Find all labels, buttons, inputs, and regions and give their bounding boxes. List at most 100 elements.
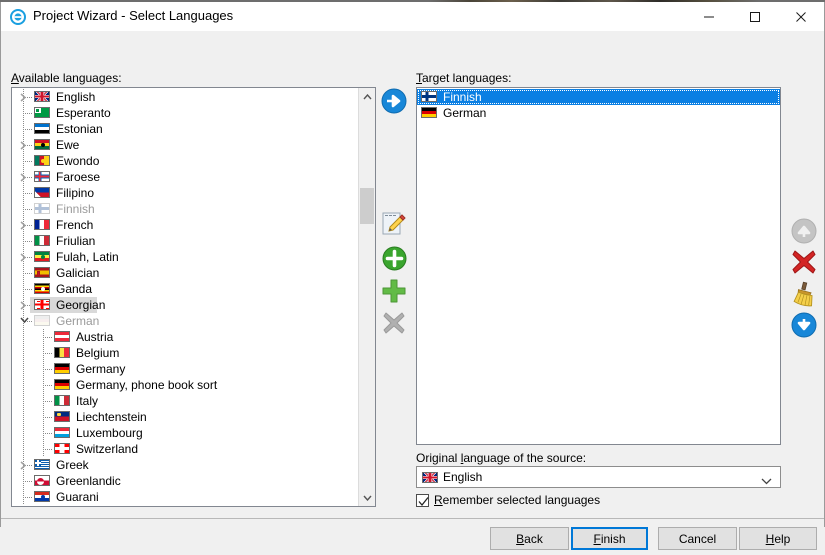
- tree-connector: [43, 433, 53, 434]
- tree-rail: [23, 393, 24, 409]
- tree-item[interactable]: Greek: [12, 457, 357, 473]
- add-language-button[interactable]: [377, 277, 411, 307]
- expand-chevron-right-icon[interactable]: [16, 249, 32, 265]
- tree-connector: [23, 273, 33, 274]
- tree-item[interactable]: Fulah, Latin: [12, 249, 357, 265]
- edit-language-button[interactable]: [377, 209, 411, 239]
- tree-item[interactable]: Estonian: [12, 121, 357, 137]
- tree-item-label: Filipino: [56, 186, 95, 200]
- flag-ch-icon: [54, 443, 70, 454]
- tree-item[interactable]: French: [12, 217, 357, 233]
- expand-chevron-right-icon[interactable]: [16, 169, 32, 185]
- tree-connector: [43, 401, 53, 402]
- flag-ph-icon: [34, 187, 50, 198]
- original-language-value: English: [443, 470, 483, 484]
- tree-item[interactable]: Switzerland: [12, 441, 357, 457]
- tree-item[interactable]: Faroese: [12, 169, 357, 185]
- scroll-up-arrow-icon[interactable]: [359, 88, 375, 105]
- collapse-chevron-down-icon[interactable]: [16, 313, 32, 329]
- tree-item[interactable]: Liechtenstein: [12, 409, 357, 425]
- target-list-item[interactable]: Finnish: [417, 89, 780, 105]
- tree-connector: [43, 449, 53, 450]
- tree-connector: [43, 337, 53, 338]
- tree-connector: [23, 497, 33, 498]
- tree-item[interactable]: Belgium: [12, 345, 357, 361]
- tree-item[interactable]: Esperanto: [12, 105, 357, 121]
- tree-item[interactable]: Georgian: [12, 297, 357, 313]
- tree-item-label: Italy: [76, 394, 99, 408]
- new-language-button[interactable]: [377, 245, 411, 275]
- tree-connector: [23, 289, 33, 290]
- tree-item[interactable]: Filipino: [12, 185, 357, 201]
- tree-item[interactable]: Germany: [12, 361, 357, 377]
- close-button[interactable]: [778, 2, 824, 31]
- expand-chevron-right-icon[interactable]: [16, 297, 32, 313]
- tree-item-label: Esperanto: [56, 106, 111, 120]
- tree-item[interactable]: Luxembourg: [12, 425, 357, 441]
- available-scrollbar[interactable]: [358, 88, 375, 506]
- tree-item[interactable]: Ewondo: [12, 153, 357, 169]
- available-languages-tree[interactable]: English Esperanto Estonian Ewe Ewondo Faroese…: [11, 87, 376, 507]
- expand-chevron-right-icon[interactable]: [16, 217, 32, 233]
- maximize-button[interactable]: [732, 2, 778, 31]
- tree-item[interactable]: Greenlandic: [12, 473, 357, 489]
- original-language-label: Original language of the source:: [416, 451, 587, 465]
- tree-item-label: Fulah, Latin: [56, 250, 119, 264]
- flag-de-icon: [421, 107, 437, 118]
- green-plus-icon: [381, 278, 407, 307]
- tree-item[interactable]: Guarani: [12, 489, 357, 505]
- tree-item[interactable]: Ganda: [12, 281, 357, 297]
- flag-ug-icon: [34, 283, 50, 294]
- back-button[interactable]: Back: [490, 527, 569, 550]
- tree-rail: [23, 361, 24, 377]
- target-list-item[interactable]: German: [417, 105, 780, 121]
- minimize-button[interactable]: [686, 2, 732, 31]
- clear-targets-button[interactable]: [787, 279, 821, 311]
- flag-de-icon: [54, 379, 70, 390]
- tree-item-label: Estonian: [56, 122, 103, 136]
- pencil-edit-icon: [380, 209, 408, 240]
- scrollbar-thumb[interactable]: [360, 188, 374, 224]
- tree-item[interactable]: Ewe: [12, 137, 357, 153]
- project-wizard-dialog: Project Wizard - Select Languages Availa…: [0, 2, 825, 555]
- title-bar: Project Wizard - Select Languages: [1, 2, 824, 31]
- tree-connector: [43, 417, 53, 418]
- add-to-target-button[interactable]: [377, 87, 411, 117]
- expand-chevron-right-icon[interactable]: [16, 89, 32, 105]
- move-up-button: [787, 216, 821, 248]
- remove-target-button[interactable]: [787, 247, 821, 279]
- target-languages-list[interactable]: Finnish German: [416, 87, 781, 445]
- tree-item[interactable]: Germany, phone book sort: [12, 377, 357, 393]
- expand-chevron-right-icon[interactable]: [16, 457, 32, 473]
- flag-de-icon: [54, 363, 70, 374]
- checkbox-box[interactable]: [416, 493, 429, 507]
- scroll-down-arrow-icon[interactable]: [359, 489, 375, 506]
- flag-cm-icon: [34, 155, 50, 166]
- expand-chevron-right-icon[interactable]: [16, 137, 32, 153]
- tree-connector: [23, 113, 33, 114]
- original-language-combobox[interactable]: English: [416, 466, 781, 488]
- tree-item[interactable]: Galician: [12, 265, 357, 281]
- tree-item[interactable]: Austria: [12, 329, 357, 345]
- flag-fo-icon: [34, 171, 50, 182]
- tree-item[interactable]: Finnish: [12, 201, 357, 217]
- target-item-label: German: [443, 106, 487, 120]
- flag-ge-icon: [34, 299, 50, 310]
- tree-item[interactable]: Italy: [12, 393, 357, 409]
- tree-item-label: Austria: [76, 330, 114, 344]
- chevron-down-icon[interactable]: [761, 474, 772, 488]
- help-button[interactable]: Help: [739, 527, 817, 550]
- finish-button[interactable]: Finish: [571, 527, 648, 550]
- tree-item[interactable]: Friulian: [12, 233, 357, 249]
- tree-item-label: Finnish: [56, 202, 95, 216]
- tree-item[interactable]: English: [12, 89, 357, 105]
- tree-item-label: Faroese: [56, 170, 101, 184]
- move-down-button[interactable]: [787, 310, 821, 342]
- cancel-button[interactable]: Cancel: [658, 527, 737, 550]
- tree-item[interactable]: German: [12, 313, 357, 329]
- flag-it-icon: [34, 235, 50, 246]
- remember-languages-checkbox[interactable]: Remember selected languages: [416, 492, 600, 508]
- tree-item-label: Friulian: [56, 234, 96, 248]
- tree-connector: [23, 193, 33, 194]
- tree-rail: [23, 345, 24, 361]
